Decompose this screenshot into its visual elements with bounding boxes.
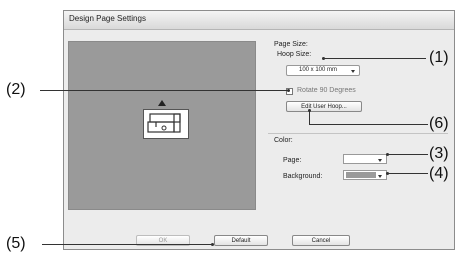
callout-line-3 — [388, 154, 428, 155]
dialog-title: Design Page Settings — [69, 14, 146, 23]
color-group-divider — [268, 133, 448, 134]
cancel-button[interactable]: Cancel — [292, 235, 350, 246]
up-arrow-icon — [158, 100, 166, 106]
callout-3: (3) — [429, 145, 449, 162]
chevron-down-icon — [378, 175, 382, 178]
callout-4: (4) — [429, 165, 449, 182]
color-group-label: Color: — [274, 137, 293, 144]
background-color-label: Background: — [283, 173, 323, 180]
default-button[interactable]: Default — [214, 235, 268, 246]
callout-5: (5) — [6, 235, 26, 252]
background-color-swatch — [346, 172, 376, 178]
edit-user-hoop-button[interactable]: Edit User Hoop... — [286, 101, 362, 112]
callout-6: (6) — [429, 115, 449, 132]
page-color-label: Page: — [283, 157, 302, 164]
callout-dot-1 — [322, 57, 325, 60]
callout-line-6-vertical — [309, 110, 310, 124]
callout-dot-3 — [386, 153, 389, 156]
callout-2: (2) — [6, 81, 26, 98]
design-page-settings-dialog: Design Page Settings Page Size: Hoop Siz… — [63, 10, 455, 250]
background-color-picker[interactable] — [343, 170, 387, 180]
chevron-down-icon — [378, 159, 382, 162]
callout-line-4 — [388, 173, 428, 174]
callout-dot-5 — [211, 243, 214, 246]
hoop-size-label: Hoop Size: — [277, 51, 312, 58]
rotate-90-label: Rotate 90 Degrees — [297, 87, 356, 94]
callout-line-5 — [42, 244, 212, 245]
title-bar: Design Page Settings — [64, 11, 454, 30]
hoop-preview — [68, 41, 256, 210]
callout-line-6 — [309, 124, 428, 125]
callout-line-1 — [324, 58, 426, 59]
callout-dot-2 — [287, 89, 290, 92]
callout-dot-4 — [386, 172, 389, 175]
page-color-picker[interactable] — [343, 154, 387, 164]
hoop-size-value: 100 x 100 mm — [299, 67, 338, 73]
callout-dot-6 — [308, 109, 311, 112]
page-size-group-label: Page Size: — [274, 41, 308, 48]
chevron-down-icon — [351, 70, 355, 73]
callout-line-2 — [40, 90, 288, 91]
hoop-size-dropdown[interactable]: 100 x 100 mm — [286, 65, 360, 76]
sewing-machine-hoop-icon — [143, 109, 189, 139]
callout-1: (1) — [429, 49, 449, 66]
